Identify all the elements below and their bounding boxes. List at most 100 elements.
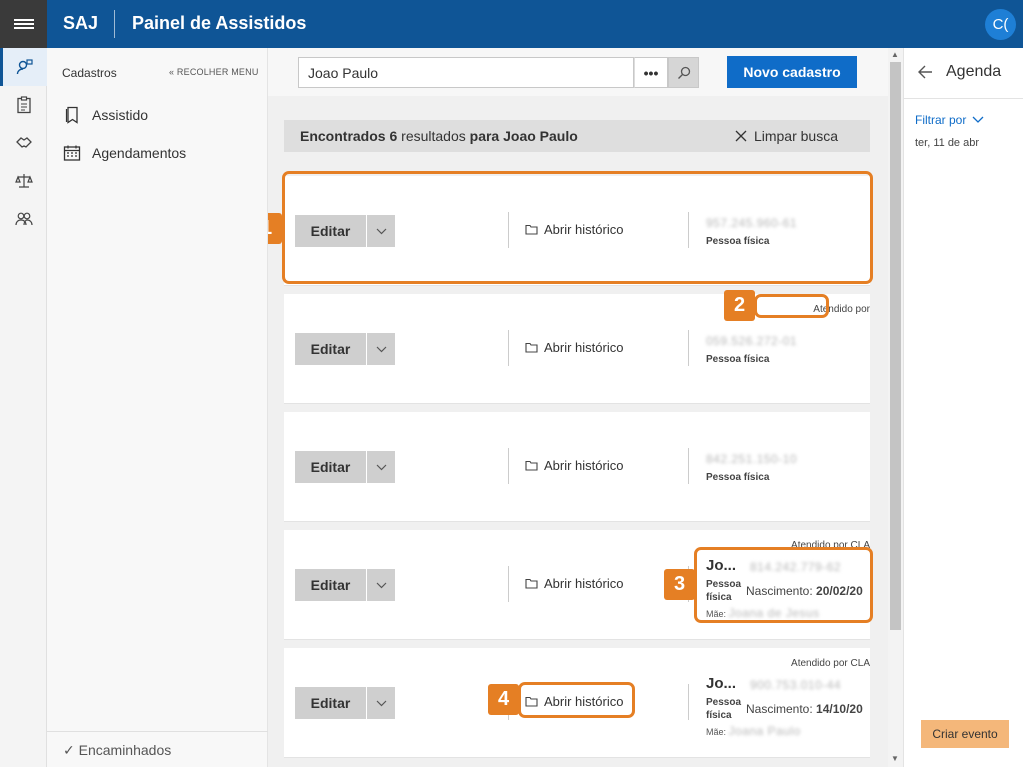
more-icon: •••	[643, 64, 659, 81]
divider	[904, 98, 1023, 99]
agenda-date: ter, 11 de abr	[915, 137, 980, 149]
sidebar-item-assistido[interactable]: Assistido	[63, 104, 148, 126]
cpf-value: 059.526.272-01	[706, 334, 798, 348]
bookmark-icon	[65, 106, 78, 124]
hamburger-icon	[13, 17, 34, 31]
folder-icon	[525, 460, 538, 471]
results-prefix: Encontrados	[300, 128, 386, 144]
agenda-panel: Agenda Filtrar por ter, 11 de abr Criar …	[903, 48, 1023, 767]
calendar-icon	[63, 145, 81, 161]
chevron-down-icon	[376, 582, 386, 588]
sidebar-item-label: Assistido	[92, 107, 149, 123]
birth-value: 14/10/20	[816, 702, 863, 716]
mother-value: Joana Paulo	[728, 724, 801, 738]
filter-label: Filtrar por	[915, 113, 967, 127]
open-history-button[interactable]: Abrir histórico	[525, 340, 623, 355]
main-scrollbar[interactable]: ▲ ▼	[888, 48, 903, 767]
double-chevron-left-icon: «	[169, 67, 175, 77]
edit-dropdown-button[interactable]	[367, 451, 395, 483]
collapse-label: RECOLHER MENU	[176, 67, 259, 77]
person-id-block: 059.526.272-01 Pessoa física	[706, 334, 797, 365]
birth-date: Nascimento: 14/10/20	[746, 702, 863, 716]
mother-label: Mãe:	[706, 727, 727, 737]
search-options-button[interactable]: •••	[634, 57, 668, 88]
clipboard-icon	[16, 96, 31, 114]
results-para: para	[469, 128, 500, 144]
chevron-down-icon	[376, 464, 386, 470]
edit-button[interactable]: Editar	[295, 569, 366, 601]
edit-dropdown-button[interactable]	[367, 687, 395, 719]
edit-button[interactable]: Editar	[295, 451, 366, 483]
edit-button[interactable]: Editar	[295, 333, 366, 365]
rail-handshake[interactable]	[0, 124, 47, 162]
new-record-button[interactable]: Novo cadastro	[727, 56, 857, 88]
person-type: Pessoa física	[706, 696, 741, 722]
collapse-menu-button[interactable]: « RECOLHER MENU	[169, 67, 259, 77]
edit-dropdown-button[interactable]	[367, 569, 395, 601]
sidebar-item-encaminhados[interactable]: ✓ Encaminhados	[47, 731, 268, 759]
result-card: Editar Abrir histórico 842.251.150-10 Pe…	[284, 412, 870, 522]
clear-search-button[interactable]: Limpar busca	[735, 128, 838, 144]
open-history-label: Abrir histórico	[544, 340, 624, 355]
divider	[688, 448, 689, 484]
callout-highlight-1	[282, 171, 873, 284]
scroll-thumb[interactable]	[890, 62, 901, 630]
scroll-up-icon[interactable]: ▲	[891, 50, 899, 59]
icon-rail	[0, 48, 47, 767]
back-arrow-icon[interactable]	[918, 65, 933, 79]
results-summary: Encontrados 6 resultados para Joao Paulo…	[284, 120, 870, 152]
search-input[interactable]	[298, 57, 634, 88]
search-bar: ••• Novo cadastro	[268, 48, 888, 96]
scales-icon	[14, 174, 33, 188]
close-icon	[735, 130, 747, 142]
person-type-line: física	[706, 710, 732, 721]
divider	[688, 684, 689, 720]
menu-button[interactable]	[0, 0, 47, 48]
attended-by: Atendido por CLA	[791, 658, 870, 669]
brand-logo[interactable]: SAJ	[63, 13, 98, 34]
birth-label: Nascimento:	[746, 702, 813, 716]
create-event-button[interactable]: Criar evento	[921, 720, 1009, 748]
open-history-label: Abrir histórico	[544, 576, 624, 591]
rail-assistidos[interactable]	[0, 48, 47, 86]
cpf-value: 842.251.150-10	[706, 452, 798, 466]
search-icon	[677, 66, 690, 79]
edit-button[interactable]: Editar	[295, 687, 366, 719]
folder-icon	[525, 342, 538, 353]
top-bar: SAJ Painel de Assistidos C(	[0, 0, 1023, 48]
results-middle: resultados	[401, 128, 466, 144]
scroll-down-icon[interactable]: ▼	[891, 754, 899, 763]
rail-scales[interactable]	[0, 162, 47, 200]
divider	[688, 330, 689, 366]
person-type: Pessoa física	[706, 472, 770, 483]
user-avatar[interactable]: C(	[985, 9, 1016, 40]
person-search-icon	[16, 59, 33, 75]
open-history-button[interactable]: Abrir histórico	[525, 576, 623, 591]
person-type-line: Pessoa	[706, 697, 742, 708]
open-history-label: Abrir histórico	[544, 458, 624, 473]
main-panel: ••• Novo cadastro Encontrados 6 resultad…	[268, 48, 888, 767]
mother-name: Mãe: Joana Paulo	[706, 724, 801, 738]
open-history-button[interactable]: Abrir histórico	[525, 458, 623, 473]
callout-highlight-2	[754, 294, 829, 318]
search-button[interactable]	[668, 57, 699, 88]
person-id-block: 842.251.150-10 Pessoa física	[706, 452, 797, 483]
edit-dropdown-button[interactable]	[367, 333, 395, 365]
sidebar-item-agendamentos[interactable]: Agendamentos	[63, 142, 186, 164]
header-divider	[114, 10, 115, 38]
nav-heading: Cadastros	[62, 66, 117, 80]
rail-group[interactable]	[0, 200, 47, 238]
folder-icon	[525, 578, 538, 589]
sidebar-item-label: Encaminhados	[78, 742, 172, 758]
results-query: Joao Paulo	[503, 128, 578, 144]
chevron-down-icon	[376, 700, 386, 706]
cpf-value: 900.753.010-44	[750, 678, 842, 692]
callout-badge-1: 1	[268, 213, 282, 244]
rail-clipboard[interactable]	[0, 86, 47, 124]
sidebar-item-label: Agendamentos	[92, 145, 187, 161]
filter-dropdown[interactable]: Filtrar por	[915, 113, 984, 127]
person-name[interactable]: Jo...	[706, 675, 736, 692]
group-icon	[14, 212, 33, 226]
chevron-down-icon	[972, 116, 984, 123]
side-nav: Cadastros « RECOLHER MENU Assistido Agen…	[47, 48, 268, 767]
